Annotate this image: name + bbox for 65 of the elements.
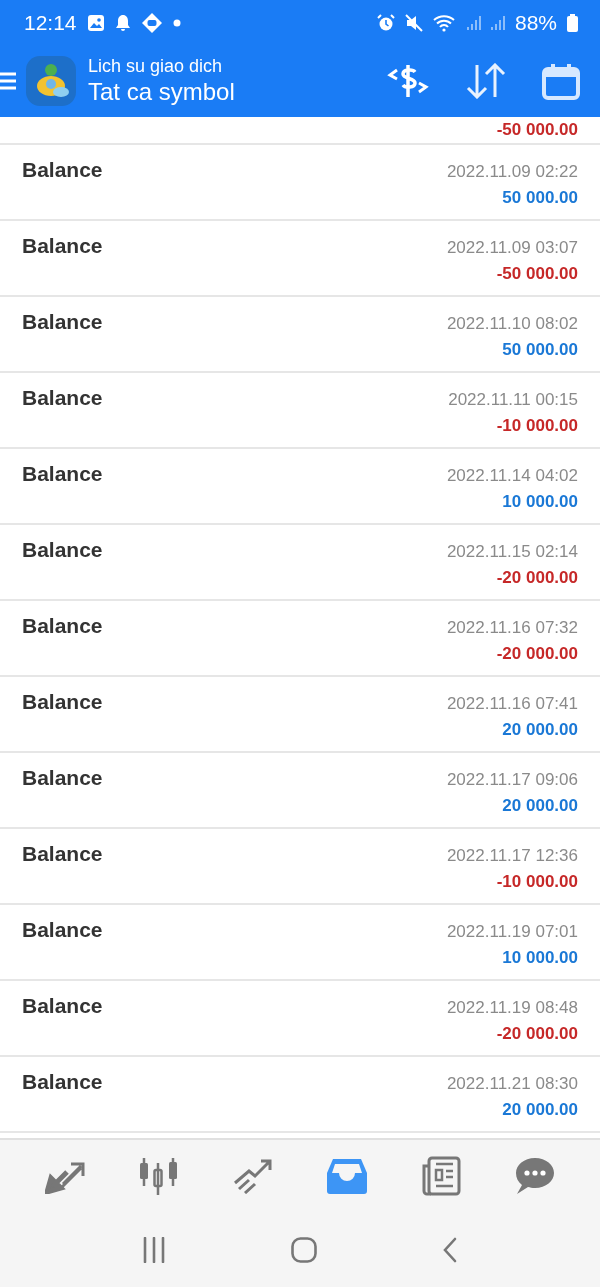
deal-symbol: Balance bbox=[22, 689, 103, 715]
deal-time: 2022.11.16 07:41 bbox=[446, 693, 578, 715]
home-icon[interactable] bbox=[291, 1236, 317, 1263]
deal-symbol: Balance bbox=[22, 309, 103, 335]
deal-symbol: Balance bbox=[22, 1069, 103, 1095]
deal-symbol: Balance bbox=[22, 537, 103, 563]
deal-symbol: Balance bbox=[22, 841, 103, 867]
deal-time: 2022.11.14 04:02 bbox=[446, 465, 578, 487]
deal-time: 2022.11.17 09:06 bbox=[446, 769, 578, 791]
candlestick-chart-icon[interactable] bbox=[139, 1157, 179, 1195]
deal-time: 2022.11.17 12:36 bbox=[446, 845, 578, 867]
alarm-icon bbox=[376, 13, 395, 32]
deal-time: 2022.11.19 07:01 bbox=[446, 921, 578, 943]
battery-level: 88% bbox=[514, 10, 557, 35]
status-time: 12:14 bbox=[24, 10, 77, 35]
deal-time: 2022.11.09 02:22 bbox=[446, 161, 578, 183]
deal-amount: 10 000.00 bbox=[502, 947, 578, 969]
calendar-icon[interactable] bbox=[542, 62, 580, 100]
deal-symbol: Balance bbox=[22, 461, 103, 487]
deal-amount: -10 000.00 bbox=[496, 415, 578, 437]
deal-amount: 50 000.00 bbox=[502, 339, 578, 361]
deal-amount: -50 000.00 bbox=[496, 119, 578, 141]
robot-icon bbox=[140, 11, 163, 34]
signal-icon bbox=[490, 14, 505, 31]
app-logo-icon bbox=[26, 56, 76, 106]
chat-bubble-icon[interactable] bbox=[515, 1157, 555, 1195]
deal-amount: 20 000.00 bbox=[502, 719, 578, 741]
deal-time: 2022.11.21 08:30 bbox=[446, 1073, 578, 1095]
deal-time: 2022.11.16 07:32 bbox=[446, 617, 578, 639]
deal-symbol: Balance bbox=[22, 157, 103, 183]
deal-amount: 20 000.00 bbox=[502, 1099, 578, 1121]
header-title: Tat ca symbol bbox=[88, 77, 236, 107]
recent-apps-icon[interactable] bbox=[142, 1236, 167, 1263]
deal-time: 2022.11.09 03:07 bbox=[446, 237, 578, 259]
header-subtitle: Lich su giao dich bbox=[88, 55, 224, 77]
inbox-icon[interactable] bbox=[327, 1158, 367, 1194]
deal-symbol: Balance bbox=[22, 993, 103, 1019]
wifi-icon bbox=[432, 13, 457, 32]
deal-time: 2022.11.19 08:48 bbox=[446, 997, 578, 1019]
signal-icon bbox=[466, 14, 481, 31]
image-icon bbox=[86, 13, 105, 32]
sort-icon[interactable] bbox=[466, 63, 506, 99]
dot-icon bbox=[172, 18, 181, 27]
deal-amount: -20 000.00 bbox=[496, 567, 578, 589]
deal-amount: 20 000.00 bbox=[502, 795, 578, 817]
battery-icon bbox=[567, 13, 578, 32]
deal-time: 2022.11.11 00:15 bbox=[448, 389, 578, 411]
deal-symbol: Balance bbox=[22, 233, 103, 259]
back-icon[interactable] bbox=[441, 1236, 458, 1263]
deal-time: 2022.11.10 08:02 bbox=[446, 313, 578, 335]
mute-icon bbox=[404, 13, 423, 32]
deal-amount: -20 000.00 bbox=[496, 1023, 578, 1045]
deal-symbol: Balance bbox=[22, 765, 103, 791]
bell-icon bbox=[114, 13, 131, 32]
newspaper-icon[interactable] bbox=[421, 1156, 461, 1196]
deal-amount: -10 000.00 bbox=[496, 871, 578, 893]
trend-arrow-icon[interactable] bbox=[233, 1158, 273, 1194]
deal-amount: -50 000.00 bbox=[496, 263, 578, 285]
deal-time: 2022.11.15 02:14 bbox=[446, 541, 578, 563]
deal-amount: 10 000.00 bbox=[502, 491, 578, 513]
deal-symbol: Balance bbox=[22, 385, 103, 411]
deal-symbol: Balance bbox=[22, 613, 103, 639]
deal-amount: -20 000.00 bbox=[496, 643, 578, 665]
deal-symbol: Balance bbox=[22, 917, 103, 943]
deal-amount: 50 000.00 bbox=[502, 187, 578, 209]
